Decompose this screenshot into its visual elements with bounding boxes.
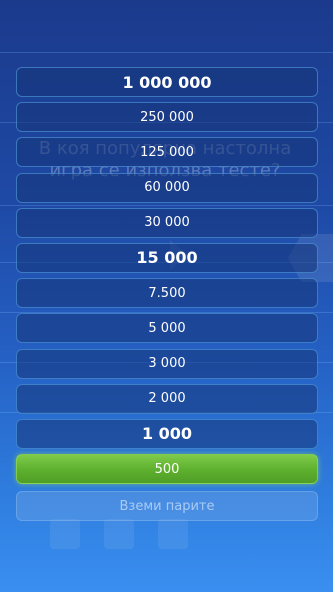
prize-label: 3 000: [148, 356, 186, 371]
prize-rung-1000000: 1 000 000: [16, 67, 318, 97]
prize-label: 250 000: [140, 109, 194, 125]
prize-ladder: 1 000 000 250 000 125 000 60 000 30 000 …: [16, 67, 318, 489]
prize-rung-5000: 5 000: [16, 313, 318, 344]
prize-label: 500: [154, 461, 180, 477]
take-money-button[interactable]: Вземи парите: [16, 491, 318, 521]
prize-label: 30 000: [144, 215, 190, 231]
take-money-label: Вземи парите: [119, 498, 215, 514]
prize-rung-60000: 60 000: [16, 172, 318, 203]
prize-rung-250000: 250 000: [16, 102, 318, 133]
prize-rung-current-500: 500: [16, 454, 318, 485]
prize-rung-125000: 125 000: [16, 137, 318, 168]
prize-rung-3000: 3 000: [16, 348, 318, 379]
lifeline-fifty-icon: [158, 519, 188, 549]
prize-label: 5 000: [148, 320, 186, 336]
prize-rung-30000: 30 000: [16, 207, 318, 238]
prize-rung-1000: 1 000: [16, 418, 318, 449]
prize-label: 7.500: [148, 285, 186, 301]
prize-label: 2 000: [148, 391, 186, 407]
prize-label: 60 000: [144, 180, 190, 196]
prize-label: 1 000: [141, 424, 193, 444]
prize-label: 1 000 000: [122, 72, 212, 92]
background-lifelines: [50, 519, 290, 549]
prize-label: 15 000: [136, 248, 198, 268]
prize-rung-7500: 7.500: [16, 278, 318, 309]
background-divider: [0, 52, 333, 53]
prize-rung-2000: 2 000: [16, 383, 318, 414]
prize-rung-15000: 15 000: [16, 242, 318, 273]
lifeline-audience-icon: [104, 519, 134, 549]
prize-label: 125 000: [140, 144, 194, 160]
lifeline-phone-icon: [50, 519, 80, 549]
